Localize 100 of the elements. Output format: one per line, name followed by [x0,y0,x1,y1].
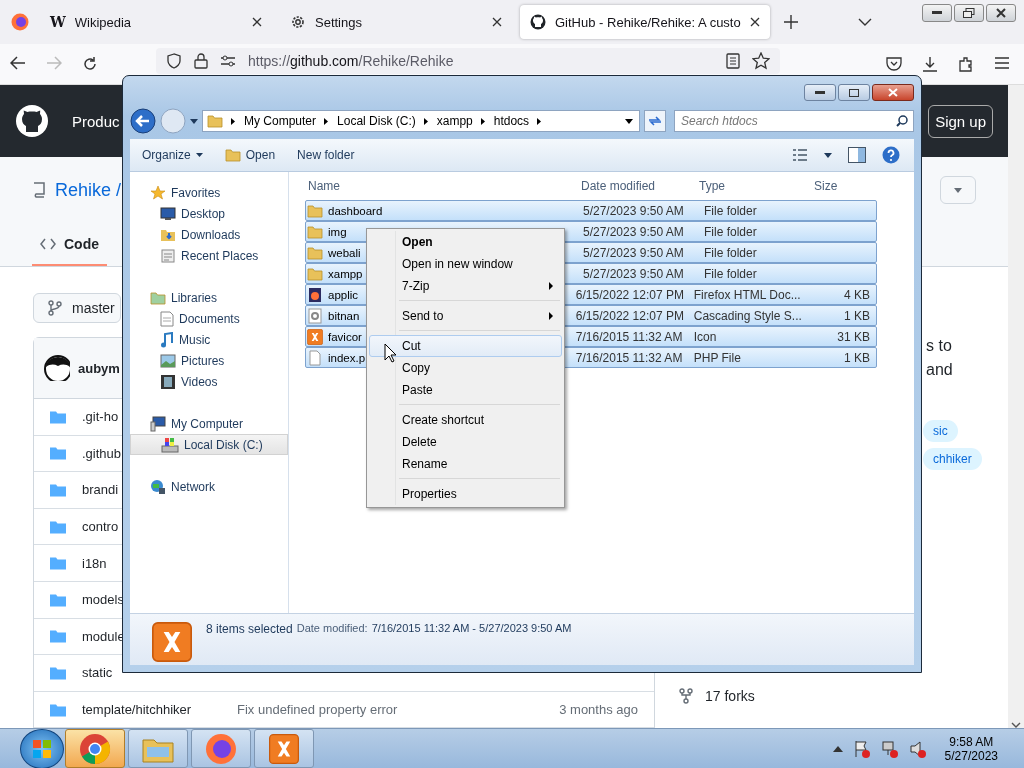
sign-up-button[interactable]: Sign up [928,104,993,138]
plus-icon[interactable] [783,15,798,29]
refresh-button[interactable] [644,110,666,132]
caret-icon[interactable] [190,118,198,124]
submenu-arrow-icon [549,282,553,290]
taskbar-button[interactable] [191,729,251,768]
nav-item[interactable]: Downloads [130,224,288,245]
file-name[interactable]: .github [82,445,122,461]
file-name[interactable]: brandi [82,482,119,498]
address-bar[interactable]: My Computer Local Disk (C:) xampp htdocs [202,110,640,132]
browser-tab[interactable]: Settings [280,5,512,39]
back-arrow-icon[interactable] [10,56,26,70]
nav-item[interactable]: Music [130,329,288,350]
search-field[interactable]: Search htdocs [674,110,914,132]
reload-icon[interactable] [82,56,98,72]
url-field[interactable]: https://github.com/Rehike/Rehike [156,48,780,74]
close-icon[interactable] [749,17,760,27]
topic-tag[interactable]: sic [923,420,958,442]
column-header[interactable]: Type [696,179,811,193]
file-name[interactable]: .git-ho [82,409,119,425]
close-icon[interactable] [492,17,502,27]
column-header[interactable]: Name [305,179,578,193]
caret-up-icon[interactable] [832,745,843,752]
about-text: and [926,360,954,380]
network-icon[interactable] [880,739,899,758]
menu-item[interactable]: Rename [369,453,562,475]
folder-icon [50,629,66,644]
nav-link[interactable]: Produc [72,112,120,130]
file-name: favicor [328,330,362,343]
preview-pane-icon[interactable] [848,147,866,163]
commit-author[interactable]: aubym [78,360,120,376]
nav-item[interactable]: Local Disk (C:) [130,434,288,455]
file-row[interactable]: dashboard 5/27/2023 9:50 AM File folder [305,200,877,221]
folder-icon [50,556,66,571]
column-header[interactable]: Size [811,179,877,193]
minimize-icon [815,91,825,94]
nav-item[interactable]: Libraries [130,287,288,308]
repo-link[interactable]: Rehike / [55,179,122,201]
file-name[interactable]: contro [82,519,119,535]
nav-item[interactable]: My Computer [130,413,288,434]
nav-item[interactable]: Favorites [130,182,288,203]
file-name: img [328,225,347,238]
help-icon[interactable] [882,146,900,164]
close-icon[interactable] [252,17,262,27]
maximize-button[interactable] [838,84,870,101]
menu-item[interactable]: Paste [369,379,562,401]
file-name[interactable]: static [82,665,113,681]
branch-button[interactable]: master [33,293,121,323]
menu-icon[interactable] [994,56,1010,70]
file-type: Cascading Style S... [692,308,803,323]
toolbar-button[interactable]: New folder [297,148,355,162]
close-button[interactable] [872,84,914,101]
minimize-button[interactable] [922,4,952,22]
start-button[interactable] [20,728,64,768]
download-icon[interactable] [922,56,938,72]
commit-message[interactable]: Fix undefined property error [237,702,560,718]
nav-item[interactable]: Network [130,476,288,497]
menu-item[interactable]: Properties [369,483,562,505]
nav-item[interactable]: Documents [130,308,288,329]
nav-item[interactable]: Desktop [130,203,288,224]
toolbar-button[interactable]: Open [224,148,276,162]
restore-button[interactable] [954,4,984,22]
nav-item[interactable]: Recent Places [130,245,288,266]
caret-right-icon [231,117,235,125]
menu-item[interactable]: Delete [369,431,562,453]
chevron-down-icon[interactable] [857,18,872,26]
close-button[interactable] [986,4,1016,22]
caret-right-icon [480,117,485,125]
clock[interactable]: 9:58 AM 5/27/2023 [944,734,998,763]
flag-icon[interactable] [852,739,871,758]
forks-count[interactable]: 17 forks [705,688,755,704]
code-tab[interactable]: Code [32,236,107,266]
back-button-icon[interactable] [130,108,156,134]
reader-view-icon[interactable] [726,53,740,69]
file-name: webali [328,246,361,259]
firefox-document-icon [307,286,323,303]
topic-tag[interactable]: chhiker [923,448,982,470]
menu-item[interactable]: Send to [369,305,562,327]
view-list-icon[interactable] [792,149,808,161]
star-icon[interactable] [752,52,770,70]
file-name[interactable]: models [82,592,124,608]
column-header[interactable]: Date modified [578,179,696,193]
menu-item[interactable]: Cut [369,335,562,357]
nav-item[interactable]: Videos [130,371,288,392]
file-name[interactable]: template/hitchhiker [82,702,192,718]
toolbar-button[interactable]: Organize [142,148,203,162]
pocket-icon[interactable] [886,56,902,72]
browser-tab[interactable]: GitHub - Rehike/Rehike: A custo [520,5,770,39]
browser-tab[interactable]: W Wikipedia [40,5,272,39]
scrollbar[interactable] [1008,85,1024,728]
taskbar-button[interactable] [65,729,125,768]
minimize-button[interactable] [804,84,836,101]
file-name[interactable]: i18n [82,555,107,571]
menu-item[interactable]: Create shortcut [369,409,562,431]
taskbar-button[interactable] [254,729,314,768]
puzzle-piece-icon[interactable] [958,56,974,72]
nav-item[interactable]: Pictures [130,350,288,371]
file-name: applic [328,288,359,301]
speaker-icon[interactable] [908,739,927,758]
caret-icon [625,118,633,124]
